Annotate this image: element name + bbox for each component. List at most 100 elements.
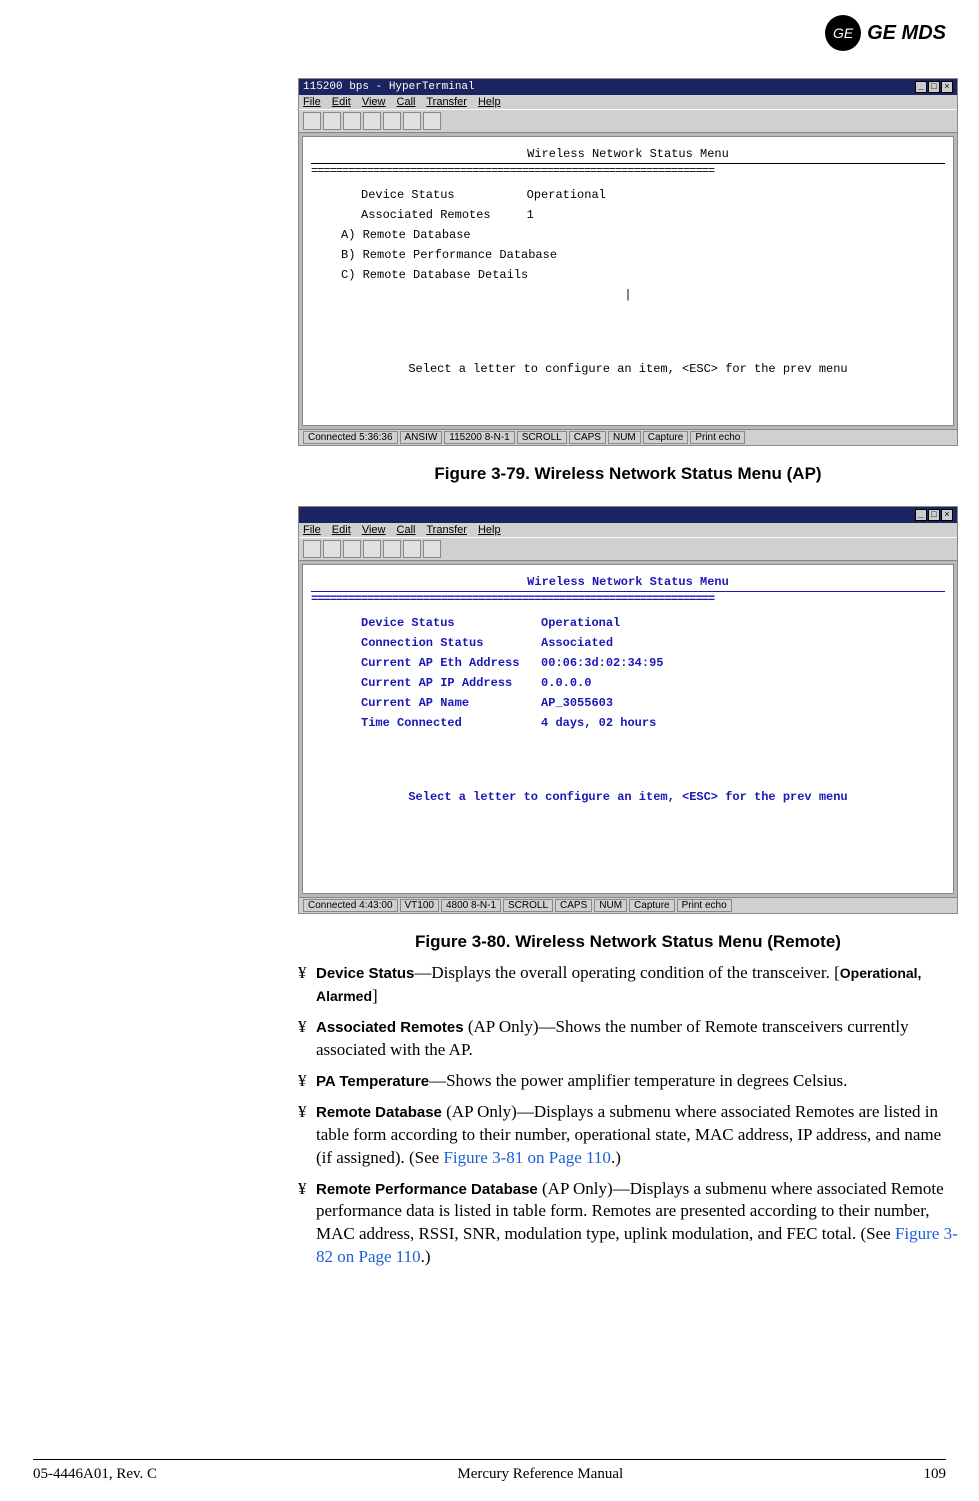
status-num: NUM	[608, 431, 641, 444]
minimize-icon[interactable]: _	[915, 81, 927, 93]
rule: ========================================…	[311, 163, 945, 178]
status-caps: CAPS	[555, 899, 592, 912]
maximize-icon[interactable]: □	[928, 81, 940, 93]
menu-option[interactable]: A) Remote Database	[341, 228, 945, 242]
figure-caption-80: Figure 3-80. Wireless Network Status Men…	[298, 932, 958, 952]
maximize-icon[interactable]: □	[928, 509, 940, 521]
menu-transfer[interactable]: Transfer	[426, 96, 467, 108]
toolbar-button[interactable]	[343, 112, 361, 130]
status-row: Current AP Eth Address 00:06:3d:02:34:95	[361, 656, 945, 670]
toolbar-button[interactable]	[323, 112, 341, 130]
titlebar: _□×	[299, 507, 957, 523]
definition-list: Device Status—Displays the overall opera…	[298, 962, 958, 1269]
cursor: |	[311, 288, 945, 302]
term-name: Associated Remotes	[316, 1019, 464, 1036]
toolbar	[299, 109, 957, 133]
doc-title: Mercury Reference Manual	[457, 1466, 623, 1483]
menu-option[interactable]: C) Remote Database Details	[341, 268, 945, 282]
titlebar: 115200 bps - HyperTerminal _□×	[299, 79, 957, 95]
menu-transfer[interactable]: Transfer	[426, 524, 467, 536]
status-caps: CAPS	[569, 431, 606, 444]
status-row: Associated Remotes 1	[361, 208, 945, 222]
menu-file[interactable]: File	[303, 96, 321, 108]
page-number: 109	[924, 1466, 947, 1483]
definition-item: Remote Performance Database (AP Only)—Di…	[298, 1178, 958, 1270]
window-controls: _□×	[914, 81, 953, 93]
terminal-body: Wireless Network Status Menu ===========…	[302, 136, 954, 426]
menu-option[interactable]: B) Remote Performance Database	[341, 248, 945, 262]
status-row: Current AP Name AP_3055603	[361, 696, 945, 710]
menu-help[interactable]: Help	[478, 96, 501, 108]
menubar: File Edit View Call Transfer Help	[299, 95, 957, 109]
definition-item: Remote Database (AP Only)—Displays a sub…	[298, 1101, 958, 1170]
toolbar-button[interactable]	[363, 112, 381, 130]
toolbar-button[interactable]	[383, 112, 401, 130]
status-baud: 4800 8-N-1	[441, 899, 501, 912]
status-scroll: SCROLL	[517, 431, 567, 444]
status-row: Device Status Operational	[361, 616, 945, 630]
status-capture: Capture	[643, 431, 689, 444]
terminal-hint: Select a letter to configure an item, <E…	[311, 790, 945, 804]
toolbar-button[interactable]	[303, 112, 321, 130]
brand-text: GE MDS	[867, 22, 946, 45]
status-row: Connection Status Associated	[361, 636, 945, 650]
page-content: 115200 bps - HyperTerminal _□× File Edit…	[298, 78, 958, 1269]
status-baud: 115200 8-N-1	[444, 431, 514, 444]
status-num: NUM	[594, 899, 627, 912]
status-print: Print echo	[690, 431, 745, 444]
status-scroll: SCROLL	[503, 899, 553, 912]
terminal-hint: Select a letter to configure an item, <E…	[311, 362, 945, 376]
ge-badge-icon: GE	[825, 15, 861, 51]
toolbar	[299, 537, 957, 561]
status-emu: ANSIW	[400, 431, 443, 444]
term-name: Remote Performance Database	[316, 1181, 538, 1198]
term-name: Device Status	[316, 965, 414, 982]
status-connected: Connected 4:43:00	[303, 899, 398, 912]
terminal-window-ap: 115200 bps - HyperTerminal _□× File Edit…	[298, 78, 958, 446]
close-icon[interactable]: ×	[941, 81, 953, 93]
definition-item: PA Temperature—Shows the power amplifier…	[298, 1070, 958, 1093]
toolbar-button[interactable]	[403, 540, 421, 558]
toolbar-button[interactable]	[343, 540, 361, 558]
window-controls: _□×	[914, 509, 953, 521]
rule: ========================================…	[311, 591, 945, 606]
minimize-icon[interactable]: _	[915, 509, 927, 521]
toolbar-button[interactable]	[363, 540, 381, 558]
menu-view[interactable]: View	[362, 96, 386, 108]
menubar: File Edit View Call Transfer Help	[299, 523, 957, 537]
toolbar-button[interactable]	[403, 112, 421, 130]
status-row: Time Connected 4 days, 02 hours	[361, 716, 945, 730]
term-name: Remote Database	[316, 1104, 442, 1121]
header-logo: GE GE MDS	[825, 15, 946, 51]
figure-link[interactable]: Figure 3-81 on Page 110	[443, 1148, 610, 1167]
menu-help[interactable]: Help	[478, 524, 501, 536]
status-row: Current AP IP Address 0.0.0.0	[361, 676, 945, 690]
page-footer: 05-4446A01, Rev. C Mercury Reference Man…	[33, 1459, 946, 1483]
terminal-title: Wireless Network Status Menu	[311, 575, 945, 589]
menu-view[interactable]: View	[362, 524, 386, 536]
window-title: 115200 bps - HyperTerminal	[303, 81, 475, 93]
toolbar-button[interactable]	[323, 540, 341, 558]
statusbar: Connected 5:36:36ANSIW115200 8-N-1SCROLL…	[299, 429, 957, 445]
menu-call[interactable]: Call	[397, 96, 416, 108]
toolbar-button[interactable]	[303, 540, 321, 558]
menu-edit[interactable]: Edit	[332, 96, 351, 108]
definition-item: Device Status—Displays the overall opera…	[298, 962, 958, 1008]
menu-file[interactable]: File	[303, 524, 321, 536]
toolbar-button[interactable]	[423, 112, 441, 130]
menu-edit[interactable]: Edit	[332, 524, 351, 536]
status-row: Device Status Operational	[361, 188, 945, 202]
statusbar: Connected 4:43:00VT1004800 8-N-1SCROLLCA…	[299, 897, 957, 913]
menu-call[interactable]: Call	[397, 524, 416, 536]
terminal-body: Wireless Network Status Menu ===========…	[302, 564, 954, 894]
toolbar-button[interactable]	[383, 540, 401, 558]
status-capture: Capture	[629, 899, 675, 912]
status-emu: VT100	[400, 899, 439, 912]
figure-caption-79: Figure 3-79. Wireless Network Status Men…	[298, 464, 958, 484]
terminal-window-remote: _□× File Edit View Call Transfer Help Wi…	[298, 506, 958, 914]
close-icon[interactable]: ×	[941, 509, 953, 521]
status-print: Print echo	[677, 899, 732, 912]
term-name: PA Temperature	[316, 1073, 429, 1090]
terminal-title: Wireless Network Status Menu	[311, 147, 945, 161]
toolbar-button[interactable]	[423, 540, 441, 558]
